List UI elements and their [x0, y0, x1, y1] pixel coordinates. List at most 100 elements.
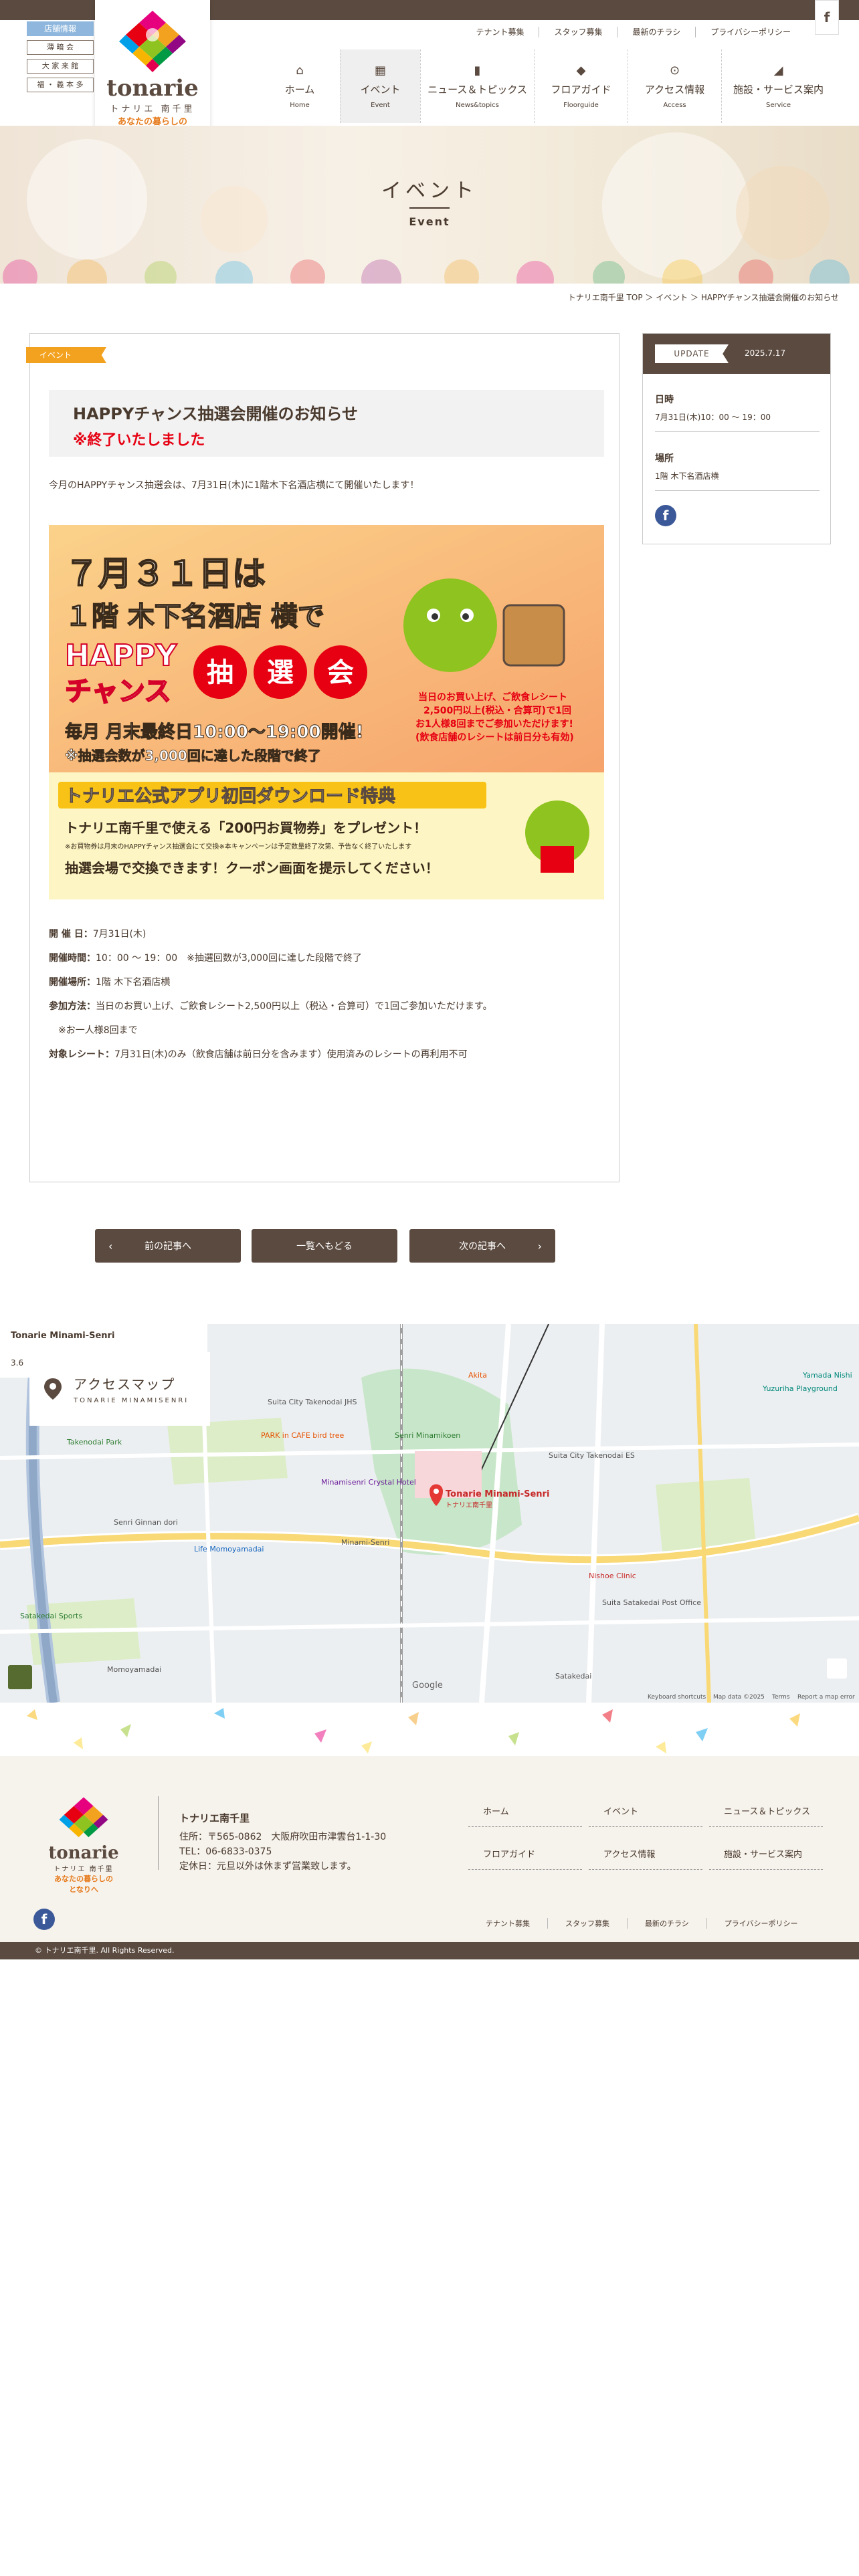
place-value: 1階 木下名酒店横: [655, 471, 719, 481]
footer-sub-privacy[interactable]: プライバシーポリシー: [706, 1918, 816, 1929]
nav-label: アクセス情報: [644, 84, 705, 96]
logo-wordmark: tonarie: [106, 75, 199, 102]
chevron-right-icon: ›: [537, 1239, 542, 1253]
map-place: Suita City Takenodai JHS: [268, 1398, 357, 1406]
location-pin-icon: [44, 1378, 62, 1400]
footer-sub-flyer[interactable]: 最新のチラシ: [627, 1918, 706, 1929]
breadcrumb[interactable]: トナリエ南千里 TOP ＞ イベント ＞ HAPPYチャンス抽選会開催のお知らせ: [568, 292, 839, 303]
map-place: Akita: [468, 1371, 487, 1380]
map-place: Takenodai Park: [66, 1438, 122, 1446]
detail-label: 開 催 日：: [49, 929, 93, 940]
footer-nav-news[interactable]: ニュース＆トピックス: [709, 1804, 823, 1827]
ended-notice: ※終了いたしました: [73, 432, 205, 449]
next-article-button[interactable]: 次の記事へ ›: [409, 1229, 555, 1263]
map-attribution[interactable]: Terms: [771, 1694, 790, 1701]
detail-value: 10：00 ～ 19：00 ※抽選回数が3,000回に達した段階で終了: [96, 953, 362, 964]
global-nav: ⌂ ホーム Home ▦ イベント Event ▮ ニュース＆トピックス New…: [260, 49, 835, 123]
poster-kanji-3: 会: [327, 657, 354, 688]
map-place: Life Momoyamadai: [194, 1545, 264, 1553]
event-info-sidebar: UPDATE 2025.7.17 日時 7月31日(木)10：00 ～ 19：0…: [642, 333, 831, 544]
poster-right-1: 当日のお買い上げ、ご飲食レシート: [418, 691, 567, 703]
map-place: PARK in CAFE bird tree: [261, 1431, 345, 1440]
poster-app-banner: トナリエ公式アプリ初回ダウンロード特典: [65, 786, 395, 807]
footer-tel[interactable]: TEL：06-6833-0375: [179, 1844, 386, 1859]
detail-label: 開催場所：: [49, 977, 96, 988]
map-place: Suita Satakedai Post Office: [602, 1598, 701, 1607]
poster-right-2: 2,500円以上(税込・合算可)で1回: [423, 705, 571, 716]
hours-row[interactable]: 大 家 来 館: [27, 59, 94, 74]
footer-nav-floorguide[interactable]: フロアガイド: [468, 1847, 582, 1870]
nav-en: Floorguide: [563, 102, 599, 109]
article-box: イベント HAPPYチャンス抽選会開催のお知らせ ※終了いたしました 今月のHA…: [26, 333, 619, 1182]
footer-name: トナリエ南千里: [179, 1812, 250, 1824]
divider: [655, 490, 820, 491]
google-logo: Google: [412, 1681, 443, 1691]
layers-button[interactable]: [8, 1665, 32, 1689]
detail-row: 開催場所：1階 木下名酒店横: [49, 970, 604, 994]
facebook-icon: f: [824, 9, 830, 25]
map-card-title: Tonarie Minami-Senri: [11, 1331, 115, 1341]
facebook-share-button[interactable]: f: [655, 505, 676, 526]
event-details: 開 催 日：7月31日(木) 開催時間：10：00 ～ 19：00 ※抽選回数が…: [49, 922, 604, 1067]
nav-home[interactable]: ⌂ ホーム Home: [260, 49, 340, 123]
footer-nav-service[interactable]: 施設・サービス案内: [709, 1847, 823, 1870]
nav-access[interactable]: ⊙ アクセス情報 Access: [628, 49, 721, 123]
map-attribution[interactable]: Keyboard shortcuts: [648, 1694, 706, 1701]
nav-label: ホーム: [284, 84, 315, 96]
footer-address-line: 住所：〒565-0862 大阪府吹田市津雲台1-1-30: [179, 1832, 387, 1842]
map-place: Satakedai: [555, 1672, 591, 1681]
footer-tagline-2: となりへ: [69, 1885, 98, 1894]
detail-row: ※お一人様8回まで: [49, 1018, 604, 1043]
detail-row: 開 催 日：7月31日(木): [49, 922, 604, 946]
fullscreen-button[interactable]: [827, 1658, 847, 1679]
subnav-staff[interactable]: スタッフ募集: [539, 27, 617, 37]
footer-tagline: あなたの暮らしの となりへ: [54, 1873, 113, 1895]
facebook-link[interactable]: f: [815, 0, 839, 35]
nav-floorguide[interactable]: ◆ フロアガイド Floorguide: [534, 49, 628, 123]
footer-logo[interactable]: tonarie トナリエ 南千里 あなたの暮らしの となりへ: [33, 1796, 134, 1895]
map-place: Senri Minamikoen: [395, 1431, 460, 1440]
footer-nav-event[interactable]: イベント: [589, 1804, 702, 1827]
title-divider: [409, 207, 450, 209]
footer-nav-home[interactable]: ホーム: [468, 1804, 582, 1827]
site-logo[interactable]: tonarie トナリエ 南千里 あなたの暮らしの となりへ: [95, 0, 210, 142]
nav-event[interactable]: ▦ イベント Event: [340, 49, 420, 123]
category-tag: イベント: [26, 347, 106, 363]
poster-kanji-1: 抽: [207, 657, 233, 688]
lottery-drum-icon: [502, 604, 565, 667]
nav-service[interactable]: ◢ 施設・サービス案内 Service: [721, 49, 835, 123]
back-to-list-button[interactable]: 一覧へもどる: [252, 1229, 397, 1263]
place-label: 場所: [655, 453, 674, 464]
footer-facebook-button[interactable]: f: [33, 1909, 55, 1930]
nav-en: Home: [290, 102, 310, 109]
poster-note: ※抽選会数が3,000回に達した段階で終了: [65, 748, 321, 764]
hours-row[interactable]: 薄 暗 会: [27, 40, 94, 55]
poster-gift-small: ※お買物券は月末のHAPPYチャンス抽選会にて交換※本キャンペーンは予定数量終了…: [65, 842, 411, 851]
hours-row[interactable]: 福 ・ 義 本 多: [27, 78, 94, 92]
footer-sub-tenant[interactable]: テナント募集: [468, 1918, 547, 1929]
poster-right-4: (飲食店舗のレシートは前日分も有効): [415, 732, 574, 743]
map-place: Minamisenri Crystal Hotel: [321, 1478, 416, 1487]
poster-gift-2: 抽選会場で交換できます！クーポン画面を提示してください！: [65, 860, 439, 876]
footer-tagline-1: あなたの暮らしの: [54, 1874, 113, 1883]
footer-utility-nav: テナント募集 スタッフ募集 最新のチラシ プライバシーポリシー: [468, 1918, 816, 1929]
footer-nav-access[interactable]: アクセス情報: [589, 1847, 702, 1870]
nav-en: Service: [766, 102, 791, 109]
subnav-flyer[interactable]: 最新のチラシ: [617, 27, 695, 37]
update-label: UPDATE: [655, 344, 729, 363]
footer-divider: [158, 1796, 159, 1870]
detail-value: ※お一人様8回まで: [49, 1025, 138, 1036]
map-attribution[interactable]: Report a map error: [797, 1694, 855, 1701]
poster-kanji-2: 選: [267, 657, 294, 688]
footer-sub-staff[interactable]: スタッフ募集: [547, 1918, 627, 1929]
prev-article-button[interactable]: ‹ 前の記事へ: [95, 1229, 241, 1263]
utility-nav: テナント募集 スタッフ募集 最新のチラシ プライバシーポリシー: [461, 27, 805, 37]
logo-subtitle: トナリエ 南千里: [110, 104, 195, 114]
nav-news[interactable]: ▮ ニュース＆トピックス News&topics: [420, 49, 534, 123]
map-place: Nishoe Clinic: [589, 1572, 636, 1580]
copyright: © トナリエ南千里. All Rights Reserved.: [0, 1942, 859, 1959]
nav-label: イベント: [360, 84, 401, 96]
subnav-tenant[interactable]: テナント募集: [461, 27, 539, 37]
subnav-privacy[interactable]: プライバシーポリシー: [695, 27, 805, 37]
detail-row: 開催時間：10：00 ～ 19：00 ※抽選回数が3,000回に達した段階で終了: [49, 946, 604, 970]
